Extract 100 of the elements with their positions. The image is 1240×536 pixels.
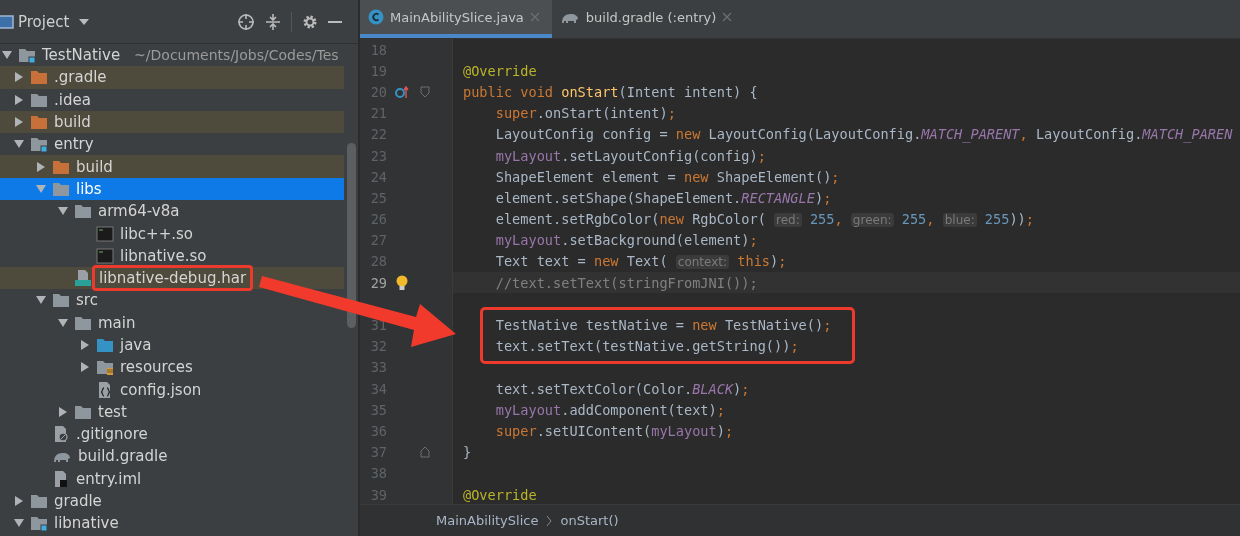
tree-row[interactable]: libc++.so (0, 222, 195, 245)
folder-icon (74, 203, 92, 220)
tree-item-label: .gradle (53, 68, 108, 87)
code-line: text.setTextColor(Color.BLACK); (494, 380, 750, 397)
tree-item-label: libnative (53, 514, 120, 533)
tree-row[interactable]: TestNative ~/Documents/Jobs/Codes/Tes (0, 44, 339, 67)
fold-icon[interactable] (420, 85, 430, 98)
tree-row[interactable]: build (0, 155, 344, 178)
tree-row[interactable]: .gitignore (0, 423, 150, 446)
tree-row[interactable]: config.json (0, 378, 204, 401)
override-marker-icon[interactable] (395, 84, 409, 99)
tree-row[interactable]: resources (0, 356, 195, 379)
binary-file-icon (96, 225, 114, 242)
tree-item-label: build (53, 113, 92, 132)
code-line: LayoutConfig config = new LayoutConfig(LayoutConfig.MATCH_PARENT, LayoutConfig.MATCH_PAREN (494, 126, 1233, 143)
expanded-arrow-icon[interactable] (36, 295, 46, 306)
code-line: myLayout.setLayoutConfig(config); (494, 147, 766, 164)
code-line: super.onStart(intent); (494, 105, 676, 122)
tree-item-label: libnative-debug.har (92, 265, 254, 292)
scrollbar[interactable] (347, 143, 356, 328)
tree-item-label: entry.iml (75, 469, 143, 488)
expanded-arrow-icon[interactable] (2, 50, 12, 61)
panel-title[interactable]: Project (18, 12, 70, 31)
code-line: myLayout.addComponent(text); (494, 401, 725, 418)
folder-icon (52, 158, 70, 175)
tree-row[interactable]: src (0, 289, 100, 312)
code-line: Text text = new Text( context: this); (494, 253, 787, 270)
collapsed-arrow-icon[interactable] (14, 496, 24, 507)
tree-item-label: resources (119, 358, 194, 377)
tree-row[interactable]: entry (0, 133, 96, 156)
tree-row[interactable]: java (0, 333, 154, 357)
folder-icon (96, 359, 114, 376)
breadcrumb-item[interactable]: MainAbilitySlice (436, 513, 539, 528)
code-line: myLayout.setBackground(element); (494, 232, 758, 249)
tree-item-label: TestNative (41, 46, 122, 65)
archive-file-icon (74, 270, 92, 287)
dropdown-caret-icon[interactable] (79, 18, 90, 25)
tree-row[interactable]: libs (0, 177, 344, 201)
code-line: } (463, 444, 472, 461)
expanded-arrow-icon[interactable] (14, 139, 24, 150)
tree-item-label: build (75, 157, 114, 176)
tree-row[interactable]: entry.iml (0, 467, 144, 490)
expanded-arrow-icon[interactable] (58, 317, 68, 328)
tree-row[interactable]: build (0, 110, 344, 134)
line-number: 29 (369, 274, 387, 291)
settings-icon[interactable] (302, 13, 318, 30)
folder-icon (52, 292, 70, 309)
code-line: @Override (463, 486, 537, 503)
code-line: TestNative testNative = new TestNative(); (494, 317, 832, 334)
tree-row[interactable]: arm64-v8a (0, 200, 182, 223)
folder-icon (96, 337, 114, 353)
collapsed-arrow-icon[interactable] (14, 117, 24, 128)
code-line: public void onStart(Intent intent) { (463, 83, 758, 100)
locate-icon[interactable] (237, 12, 255, 31)
collapsed-arrow-icon[interactable] (58, 406, 68, 417)
tree-row[interactable]: build.gradle (0, 445, 170, 468)
class-file-icon (368, 9, 384, 25)
tree-item-label: libnative.so (119, 246, 208, 265)
tree-item-label: .gitignore (75, 425, 149, 444)
tree-item-label: arm64-v8a (97, 202, 181, 221)
lightbulb-icon[interactable] (395, 274, 409, 291)
chevron-icon (546, 514, 553, 527)
folder-icon (18, 47, 36, 64)
tree-row[interactable]: .idea (0, 88, 93, 111)
folder-icon (30, 114, 48, 131)
code-line: //text.setText(stringFromJNI()); (494, 274, 758, 291)
code-line: ShapeElement element = new ShapeElement(); (494, 168, 840, 185)
folder-icon (74, 403, 92, 420)
tree-row[interactable]: test (0, 400, 129, 424)
folder-icon (30, 515, 48, 532)
expanded-arrow-icon[interactable] (14, 518, 24, 529)
collapsed-arrow-icon[interactable] (36, 161, 46, 172)
folder-icon (30, 136, 48, 153)
code-line: element.setRgbColor(new RgbColor( red: 255, green: 255, blue: 255)); (494, 211, 1034, 228)
collapsed-arrow-icon[interactable] (14, 72, 24, 83)
tree-item-label: java (118, 336, 153, 354)
code-line: text.setText(testNative.getString()); (494, 338, 799, 355)
tree-row[interactable]: libnative (0, 512, 121, 535)
collapsed-arrow-icon[interactable] (80, 340, 90, 350)
binary-file-icon (96, 247, 114, 264)
editor-tab[interactable]: MainAbilitySlice.java (360, 0, 552, 38)
tree-row[interactable]: libnative-debug.har (0, 266, 344, 290)
tree-item-label: src (75, 291, 99, 310)
tree-row[interactable]: main (0, 311, 138, 334)
breadcrumb-item[interactable]: onStart() (560, 513, 619, 528)
tree-item-label: libc++.so (119, 224, 194, 243)
tree-item-label: libs (75, 179, 103, 198)
tree-item-label: build.gradle (77, 447, 169, 466)
tree-row[interactable]: .gradle (0, 66, 344, 89)
collapsed-arrow-icon[interactable] (80, 362, 90, 373)
fold-end-icon[interactable] (420, 446, 430, 459)
expanded-arrow-icon[interactable] (58, 206, 68, 217)
collapse-all-icon[interactable] (265, 12, 281, 31)
code-line: element.setShape(ShapeElement.RECTANGLE); (494, 189, 832, 206)
collapsed-arrow-icon[interactable] (14, 94, 24, 105)
tree-row[interactable]: gradle (0, 489, 104, 513)
tree-item-label: main (97, 313, 137, 332)
editor-tab[interactable]: build.gradle (:entry) (551, 0, 745, 38)
code-line: super.setUIContent(myLayout); (494, 422, 734, 439)
tree-row[interactable]: libnative.so (0, 244, 209, 267)
